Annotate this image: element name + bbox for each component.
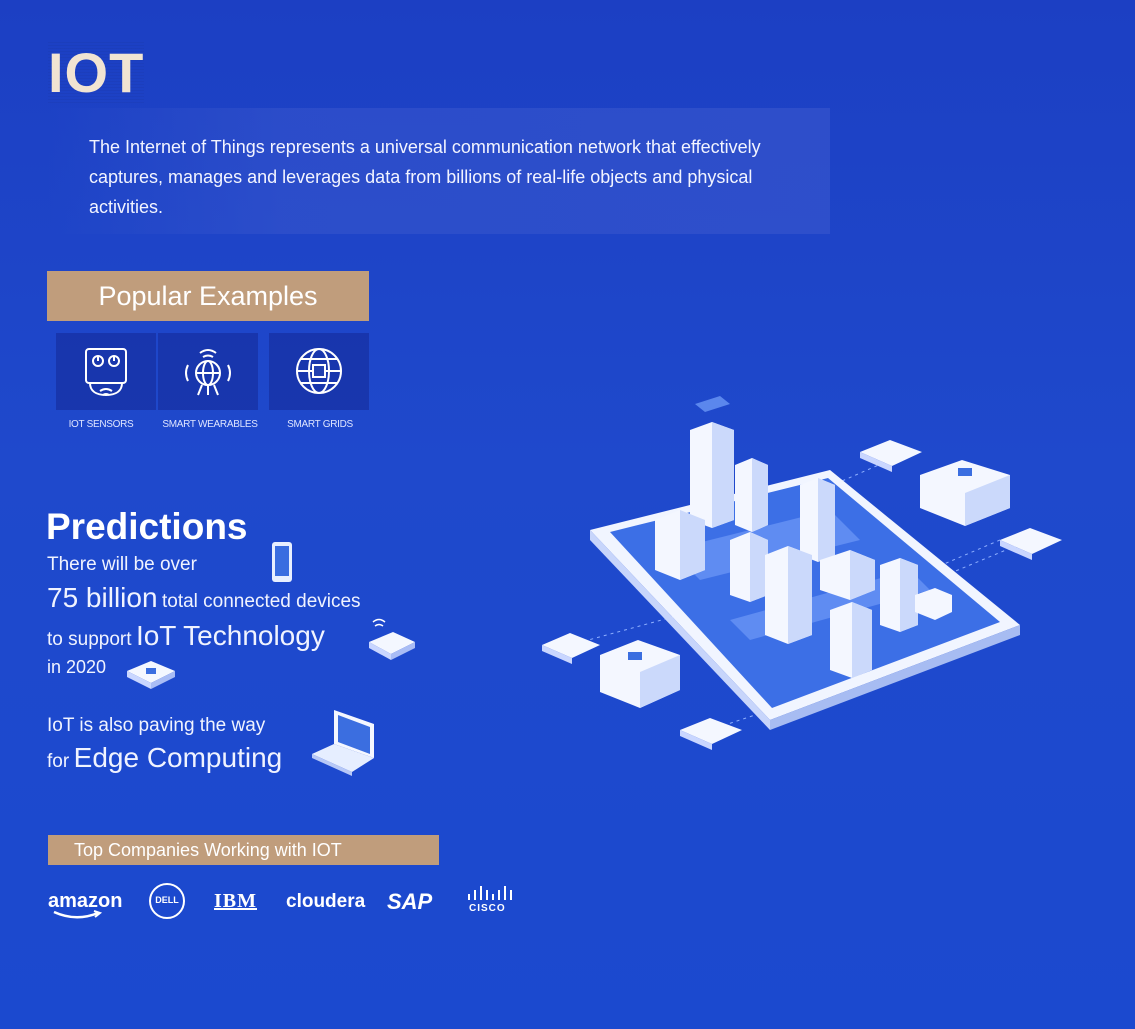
cisco-logo: CISCO [469,903,506,914]
prediction-line: IoT is also paving the way [47,715,266,736]
smart-grids-tile [269,333,369,410]
tablet-sensor-icon [85,348,127,397]
prediction-line: There will be over [47,554,197,575]
prediction-text: for [47,751,70,772]
smartphone-icon [272,542,292,582]
prediction-line: 75 billion total connected devices [47,582,361,614]
dell-logo-ring: DELL [149,883,185,919]
intro-text: The Internet of Things represents a univ… [89,137,761,217]
prediction-text: total connected devices [161,591,361,612]
globe-chip-icon [296,348,342,394]
iot-sensors-tile [56,333,156,410]
popular-examples-banner: Popular Examples [47,271,369,321]
prediction-highlight: IoT Technology [135,620,325,651]
smart-wearables-tile [158,333,258,410]
ibm-logo: IBM [214,890,257,912]
prediction-highlight: 75 billion [47,582,158,613]
amazon-smile-icon [53,910,103,919]
prediction-line: for Edge Computing [47,742,282,774]
prediction-text: to support [47,629,132,650]
dell-logo: DELL [155,895,179,905]
example-label: IOT SENSORS [68,419,134,430]
prediction-line: in 2020 [47,657,107,677]
router-device-icon [369,618,415,660]
prediction-highlight: Edge Computing [73,742,283,773]
page-title: IOT [48,40,145,105]
chip-device-icon [127,661,175,689]
sap-logo: SAP [387,889,433,914]
predictions-heading: Predictions [46,506,248,547]
cloudera-logo: cloudera [286,891,366,912]
companies-banner: Top Companies Working with IOT [48,835,439,865]
example-label: SMART GRIDS [287,419,353,430]
cisco-bars-icon [468,886,512,900]
smart-city-illustration [542,396,1062,750]
prediction-line: to support IoT Technology [47,620,325,652]
example-label: SMART WEARABLES [162,419,258,430]
wireless-globe-icon [185,349,231,396]
laptop-icon [312,710,374,776]
